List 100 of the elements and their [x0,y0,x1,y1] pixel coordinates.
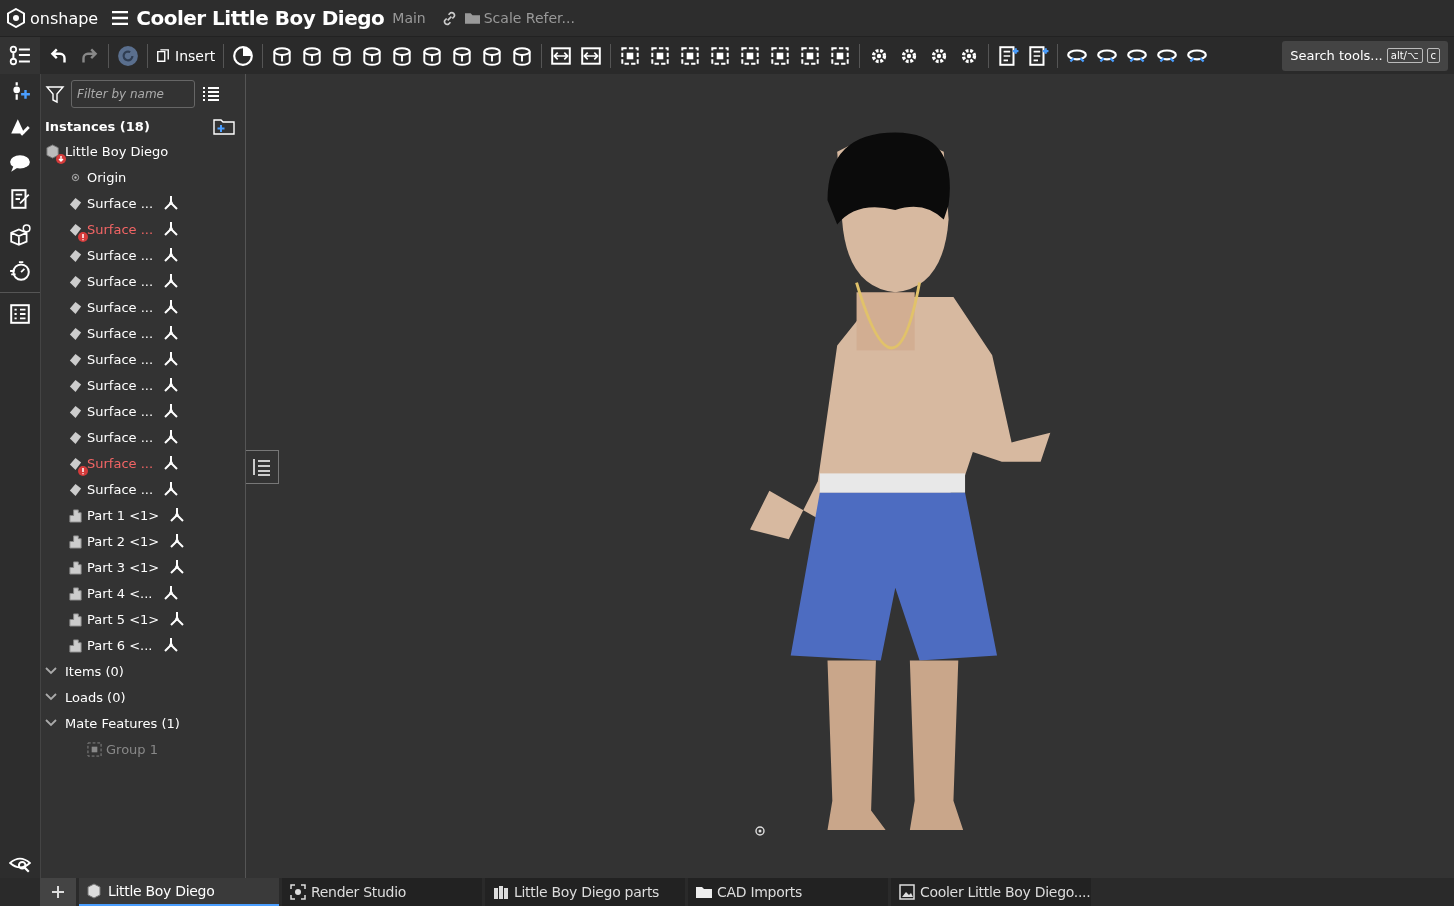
frame-tool-icon[interactable] [580,44,603,67]
surface-icon [67,377,83,393]
surface-icon [67,273,83,289]
part-icon [67,585,83,601]
surface-icon [67,221,83,237]
tree-item[interactable]: Surface ... [87,481,154,497]
shortcut-key: alt/⌥ [1386,48,1423,63]
add-tab-button[interactable] [40,878,76,906]
assembly-icon [45,143,61,159]
menu-icon[interactable] [112,11,129,25]
document-tab[interactable]: CAD Imports [688,878,888,906]
tree-item[interactable]: Little Boy Diego [65,143,169,159]
tree-item[interactable]: Part 1 <1> [87,507,160,523]
regenerate-icon[interactable] [117,44,139,67]
document-tab[interactable]: Render Studio [282,878,482,906]
list-view-icon[interactable] [201,84,221,104]
part-icon [67,611,83,627]
tree-item[interactable]: Part 6 <... [87,637,153,653]
surface-icon [67,403,83,419]
tree-item[interactable]: Surface ... [87,429,154,445]
mate-connector-icon[interactable] [163,325,180,341]
part-icon [67,637,83,653]
tree-item[interactable]: Surface ... [87,403,154,419]
mate-connector-icon[interactable] [169,507,186,523]
pie-icon[interactable] [232,44,255,67]
tree-item[interactable]: Part 5 <1> [87,611,160,627]
tree-item[interactable]: Surface ... [87,299,154,315]
tree-item[interactable]: Surface ... [87,351,154,367]
part-icon [67,507,83,523]
document-title: Cooler Little Boy Diego [136,6,385,30]
search-tools-field[interactable]: Search tools... alt/⌥ c [1282,40,1448,71]
surface-icon [67,455,83,471]
mate-connector-icon[interactable] [163,195,180,211]
tree-item[interactable]: Surface ... [87,195,154,211]
tree-item[interactable]: Surface ... [87,221,154,237]
document-tab[interactable]: Little Boy Diego [79,878,279,906]
mate-connector-icon[interactable] [163,273,180,289]
mate-connector-icon[interactable] [163,481,180,497]
checklist-icon[interactable] [9,303,31,325]
document-tab[interactable]: Cooler Little Boy Diego.... [891,878,1091,906]
tree-item[interactable]: Origin [87,169,127,185]
filter-field[interactable]: Filter by name [71,80,195,108]
tree-item[interactable]: Part 2 <1> [87,533,160,549]
mate-connector-icon[interactable] [163,221,180,237]
document-tab[interactable]: Little Boy Diego parts [485,878,685,906]
chevron-icon[interactable] [45,719,57,727]
mate-connector-icon[interactable] [163,247,180,263]
mate-connector-icon[interactable] [169,533,186,549]
feature-list-icon[interactable] [252,457,272,477]
sheet-tool-icon[interactable] [997,44,1020,67]
search-placeholder: Search tools... [1290,48,1383,63]
mate-connector-icon[interactable] [163,403,180,419]
cube-help-icon[interactable] [9,224,31,246]
section-heading[interactable]: Loads (0) [65,689,126,705]
surface-icon [67,351,83,367]
mate-connector-icon[interactable] [162,585,179,601]
new-folder-icon[interactable] [213,117,235,135]
filter-icon[interactable] [45,84,65,104]
instances-heading: Instances (18) [45,118,150,134]
surface-icon [67,299,83,315]
part-icon [67,559,83,575]
tree-item[interactable]: Surface ... [87,377,154,393]
tree-item[interactable]: Surface ... [87,273,154,289]
chevron-icon[interactable] [45,693,57,701]
branch-label[interactable]: Main [392,10,426,26]
section-heading[interactable]: Items (0) [65,663,124,679]
mate-connector-icon[interactable] [162,637,179,653]
surface-icon [67,247,83,263]
select-tool-icon[interactable] [619,44,642,67]
logo-icon[interactable] [6,8,26,28]
mate-connector-icon[interactable] [163,429,180,445]
mate-connector-icon[interactable] [163,299,180,315]
tree-item[interactable]: Surface ... [87,325,154,341]
section-heading[interactable]: Mate Features (1) [65,715,180,731]
render-icon [290,884,306,900]
tree-item[interactable]: Part 4 <... [87,585,153,601]
mate-connector-icon[interactable] [163,351,180,367]
mate-connector-icon[interactable] [163,377,180,393]
mate-connector-icon[interactable] [169,559,186,575]
image-icon [899,884,915,900]
feature-tree-icon[interactable] [9,44,31,67]
mate-connector-icon[interactable] [169,611,186,627]
tree-item[interactable]: Surface ... [87,455,154,471]
cylinder-tool-icon[interactable] [301,44,324,67]
insert-button[interactable]: Insert [156,47,216,64]
parts-icon [493,884,509,900]
tree-item[interactable]: Part 3 <1> [87,559,160,575]
stopwatch-icon[interactable] [9,260,31,282]
part-icon [67,533,83,549]
tree-item[interactable]: Surface ... [87,247,154,263]
folder-link[interactable]: Scale Refer... [483,10,575,26]
surface-icon [67,195,83,211]
link-icon[interactable] [441,10,457,26]
origin-icon [70,172,80,182]
folder-icon [696,884,712,900]
chevron-icon[interactable] [45,667,57,675]
surface-icon [67,481,83,497]
comment-icon[interactable] [9,152,31,174]
notes-icon[interactable] [9,188,31,210]
mate-connector-icon[interactable] [163,455,180,471]
